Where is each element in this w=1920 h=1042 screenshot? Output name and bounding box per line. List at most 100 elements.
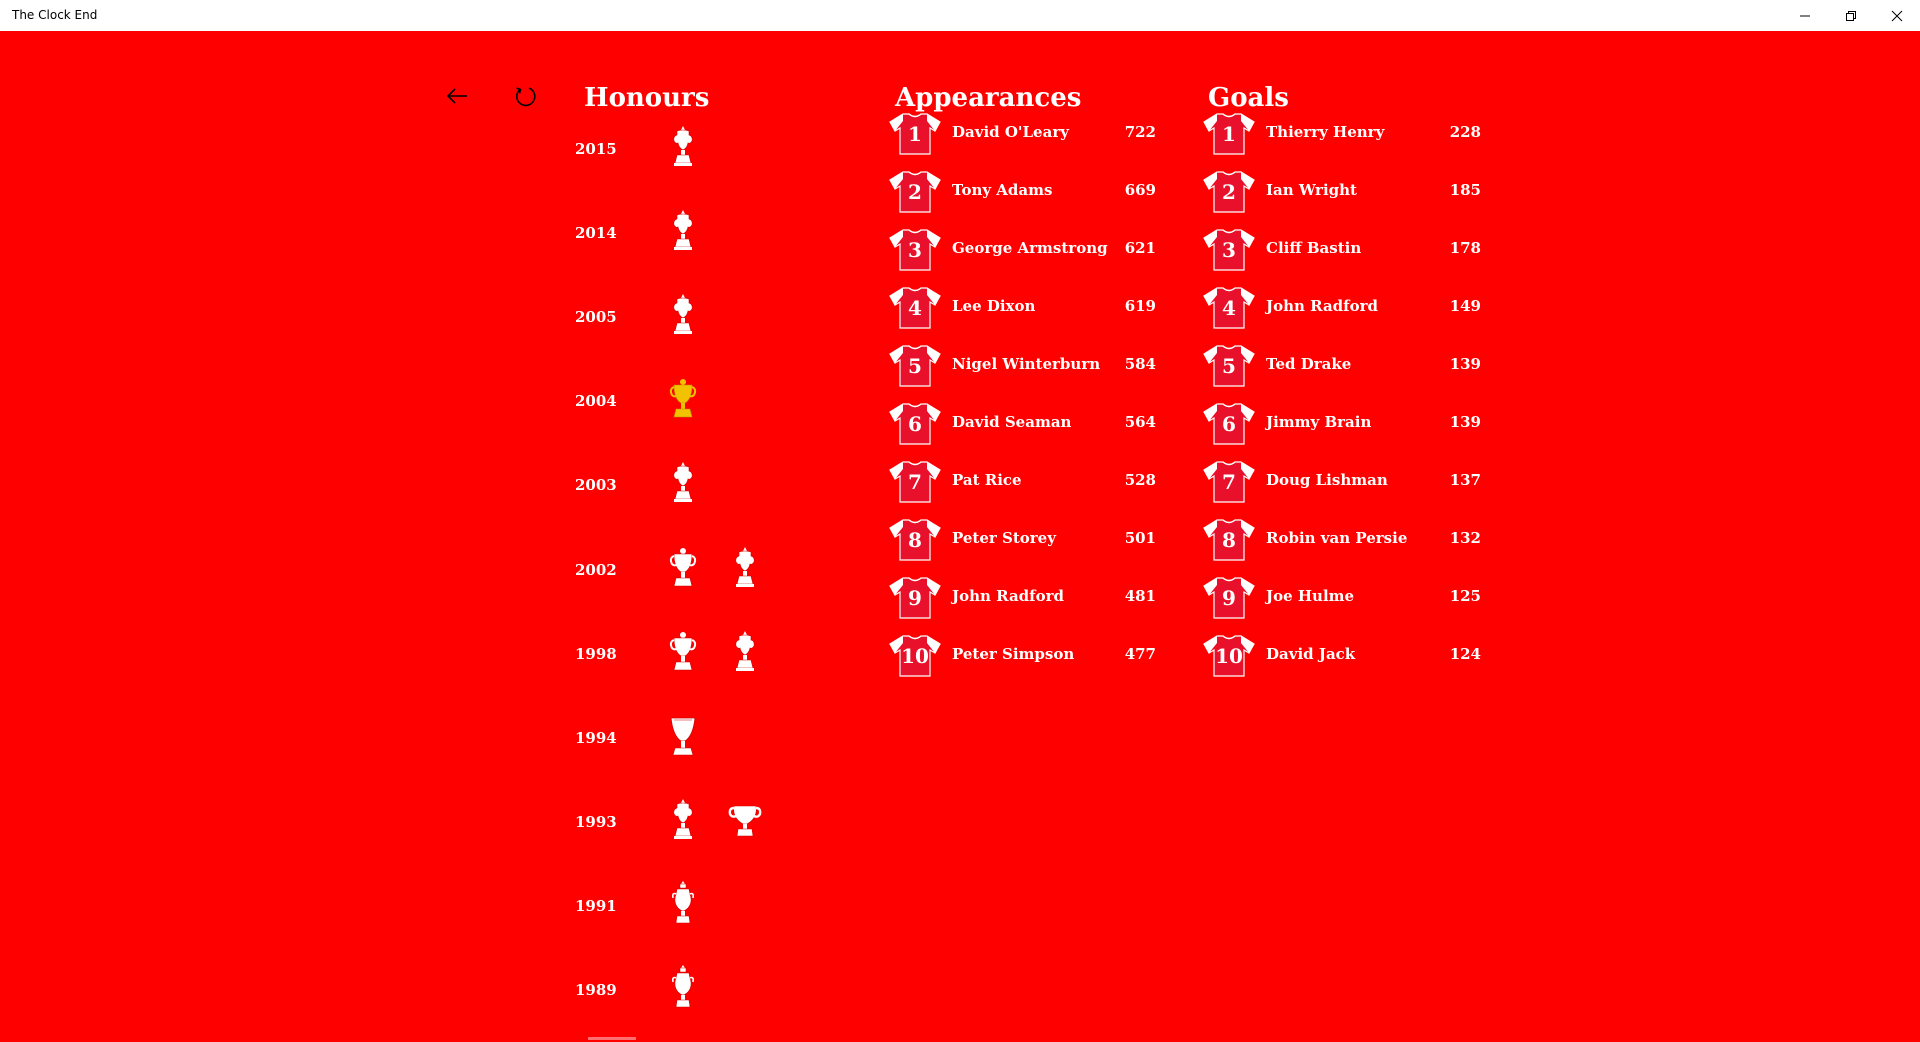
honour-year: 2005 [575,308,617,327]
player-stat: 137 [1449,471,1481,489]
goal-row: 4 John Radford 149 [1203,285,1493,331]
player-stat: 501 [1124,529,1156,547]
fa-cup-trophy-icon [666,291,700,339]
refresh-button[interactable] [507,78,543,114]
player-stat: 139 [1449,413,1481,431]
rank-number: 10 [901,644,929,668]
honour-row: 2015 [575,123,775,171]
appearance-row: 6 David Seaman 564 [889,401,1169,447]
honour-year: 1989 [575,981,617,999]
player-stat: 722 [1124,123,1156,141]
title-bar: The Clock End [0,0,1920,31]
player-stat: 477 [1124,645,1156,663]
restore-icon [1846,10,1856,21]
back-button[interactable] [439,78,475,114]
player-stat: 125 [1449,587,1481,605]
player-name: Robin van Persie [1266,529,1408,547]
goals-title: Goals [1208,83,1289,113]
fa-cup-trophy-icon [728,544,762,592]
player-name: Tony Adams [952,181,1053,199]
honour-row: 2002 [575,544,775,592]
rank-number: 5 [908,354,922,378]
player-name: Lee Dixon [952,297,1036,315]
rank-number: 9 [1222,586,1236,610]
premier-league-trophy-icon [666,628,700,676]
player-stat: 584 [1124,355,1156,373]
goal-row: 9 Joe Hulme 125 [1203,575,1493,621]
player-name: Joe Hulme [1266,587,1355,605]
close-button[interactable] [1874,0,1920,31]
rank-number: 8 [1222,528,1236,552]
appearance-row: 1 David O'Leary 722 [889,111,1169,157]
player-name: Thierry Henry [1266,123,1385,141]
main-content: Honours Appearances Goals 2015 2014 2005 20… [0,31,1920,1042]
goal-row: 2 Ian Wright 185 [1203,169,1493,215]
honour-row: 1991 [575,880,775,928]
rank-number: 5 [1222,354,1236,378]
rank-number: 7 [908,470,922,494]
player-name: Ted Drake [1266,355,1352,373]
rank-number: 6 [908,412,922,436]
rank-number: 9 [908,586,922,610]
rank-number: 7 [1222,470,1236,494]
appearance-row: 3 George Armstrong 621 [889,227,1169,273]
goal-row: 10 David Jack 124 [1203,633,1493,679]
player-name: Doug Lishman [1266,471,1388,489]
honour-row: 1993 [575,796,775,844]
appearance-row: 9 John Radford 481 [889,575,1169,621]
fa-cup-trophy-icon [666,796,700,844]
window-title: The Clock End [12,8,98,22]
player-stat: 564 [1124,413,1156,431]
fa-cup-trophy-icon [666,123,700,171]
goal-row: 6 Jimmy Brain 139 [1203,401,1493,447]
honours-title: Honours [584,83,710,113]
goal-row: 8 Robin van Persie 132 [1203,517,1493,563]
player-stat: 178 [1449,239,1481,257]
appearance-row: 2 Tony Adams 669 [889,169,1169,215]
honour-row: 2005 [575,291,775,339]
player-stat: 149 [1449,297,1481,315]
honour-row: 1994 [575,712,775,760]
player-stat: 669 [1124,181,1156,199]
league-cup-trophy-icon [728,796,762,844]
rank-number: 6 [1222,412,1236,436]
goal-row: 3 Cliff Bastin 178 [1203,227,1493,273]
rank-number: 2 [908,180,922,204]
player-name: John Radford [1266,297,1379,315]
player-name: David O'Leary [952,123,1069,141]
player-name: Nigel Winterburn [952,355,1101,373]
minimize-icon [1800,15,1810,16]
honour-year: 1991 [575,896,617,915]
goal-row: 1 Thierry Henry 228 [1203,111,1493,157]
rank-number: 3 [1222,238,1236,262]
appearance-row: 5 Nigel Winterburn 584 [889,343,1169,389]
rank-number: 1 [908,122,922,146]
fa-cup-trophy-icon [666,459,700,507]
player-name: Peter Simpson [952,645,1075,663]
honour-row: 1998 [575,628,775,676]
player-name: David Seaman [952,413,1072,431]
honour-year: 2015 [575,140,617,158]
minimize-button[interactable] [1782,0,1828,31]
player-name: Jimmy Brain [1266,413,1372,431]
player-stat: 228 [1449,123,1481,141]
restore-button[interactable] [1828,0,1874,31]
honour-year: 2002 [575,560,617,579]
honour-year: 2004 [575,392,617,411]
rank-number: 4 [908,296,922,320]
player-stat: 132 [1449,529,1481,547]
league-title-trophy-icon [666,964,700,1012]
goal-row: 7 Doug Lishman 137 [1203,459,1493,505]
appearance-row: 4 Lee Dixon 619 [889,285,1169,331]
honour-year: 2014 [575,224,617,243]
fa-cup-trophy-icon [666,207,700,255]
player-name: Pat Rice [952,471,1022,489]
appearance-row: 7 Pat Rice 528 [889,459,1169,505]
rank-number: 10 [1215,644,1243,668]
back-arrow-icon [446,88,467,104]
player-stat: 481 [1124,587,1156,605]
premier-league-gold-trophy-icon [666,375,700,423]
player-stat: 124 [1449,645,1481,663]
honour-year: 1994 [575,728,617,747]
player-name: Peter Storey [952,529,1056,547]
